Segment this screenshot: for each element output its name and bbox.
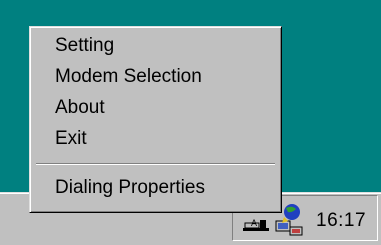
svg-text:A: A (251, 218, 257, 228)
menu-item-setting[interactable]: Setting (34, 30, 277, 61)
context-menu: Setting Modem Selection About Exit Diali… (29, 26, 282, 213)
clock[interactable]: 16:17 (316, 210, 366, 232)
menu-item-exit[interactable]: Exit (34, 123, 277, 154)
modem-icon[interactable]: A (243, 212, 269, 232)
menu-item-about[interactable]: About (34, 92, 277, 123)
menu-item-modem-selection[interactable]: Modem Selection (34, 61, 277, 92)
menu-item-dialing-properties[interactable]: Dialing Properties (34, 172, 277, 203)
menu-separator (36, 163, 275, 165)
